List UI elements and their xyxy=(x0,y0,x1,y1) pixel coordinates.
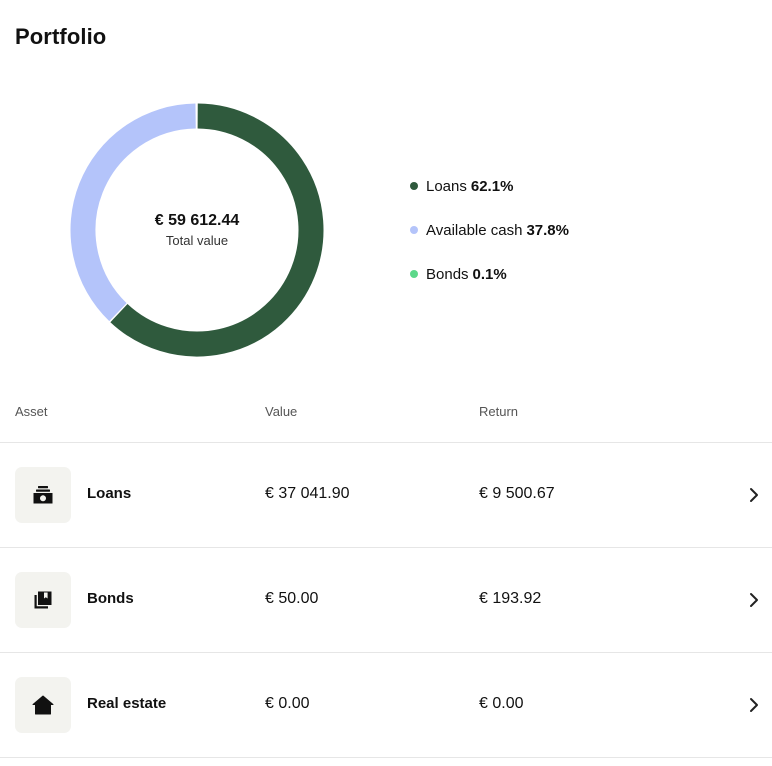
asset-value: € 50.00 xyxy=(265,590,319,607)
bonds-icon xyxy=(34,591,52,609)
legend-pct: 62.1% xyxy=(470,177,514,195)
legend-dot-bonds xyxy=(410,270,418,278)
asset-return: € 9 500.67 xyxy=(479,485,555,502)
legend-item-bonds: Bonds 0.1% xyxy=(410,264,569,284)
legend-label: Available cash xyxy=(426,221,523,239)
asset-row-loans[interactable]: Loans € 37 041.90 € 9 500.67 xyxy=(0,443,772,548)
legend-dot-loans xyxy=(410,182,418,190)
cash-icon-tile xyxy=(15,467,71,523)
asset-table-header: Asset Value Return xyxy=(0,404,772,443)
asset-name: Bonds xyxy=(87,590,134,607)
column-header-value: Value xyxy=(265,404,298,419)
chevron-right-icon[interactable] xyxy=(748,697,760,713)
asset-value: € 37 041.90 xyxy=(265,485,350,502)
legend-item-available-cash: Available cash 37.8% xyxy=(410,220,569,240)
legend-pct: 37.8% xyxy=(526,221,569,239)
legend-pct: 0.1% xyxy=(472,265,507,283)
total-value-label: Total value xyxy=(165,233,229,248)
asset-return: € 193.92 xyxy=(479,590,542,607)
column-header-return: Return xyxy=(479,404,519,419)
legend-dot-available-cash xyxy=(410,226,418,234)
portfolio-page: Portfolio € 59 612.44 Total value Loans … xyxy=(0,0,772,766)
legend-label: Loans xyxy=(426,177,467,195)
portfolio-donut-chart: € 59 612.44 Total value xyxy=(68,101,326,359)
asset-name: Real estate xyxy=(87,695,167,712)
bonds-icon-tile xyxy=(15,572,71,628)
chart-legend: Loans 62.1% Available cash 37.8% Bonds 0… xyxy=(410,176,569,308)
page-title: Portfolio xyxy=(15,24,107,49)
asset-row-real-estate[interactable]: Real estate € 0.00 € 0.00 xyxy=(0,653,772,758)
home-icon-tile xyxy=(15,677,71,733)
legend-label: Bonds xyxy=(426,265,469,283)
asset-name: Loans xyxy=(87,485,132,502)
asset-value: € 0.00 xyxy=(265,695,310,712)
chevron-right-icon[interactable] xyxy=(748,487,760,503)
chevron-right-icon[interactable] xyxy=(748,592,760,608)
column-header-asset: Asset xyxy=(15,404,48,419)
total-value: € 59 612.44 xyxy=(154,212,240,229)
home-icon xyxy=(32,695,54,715)
legend-item-loans: Loans 62.1% xyxy=(410,176,569,196)
donut-center: € 59 612.44 Total value xyxy=(68,101,326,359)
asset-return: € 0.00 xyxy=(479,695,524,712)
cash-icon xyxy=(33,486,53,504)
asset-row-bonds[interactable]: Bonds € 50.00 € 193.92 xyxy=(0,548,772,653)
